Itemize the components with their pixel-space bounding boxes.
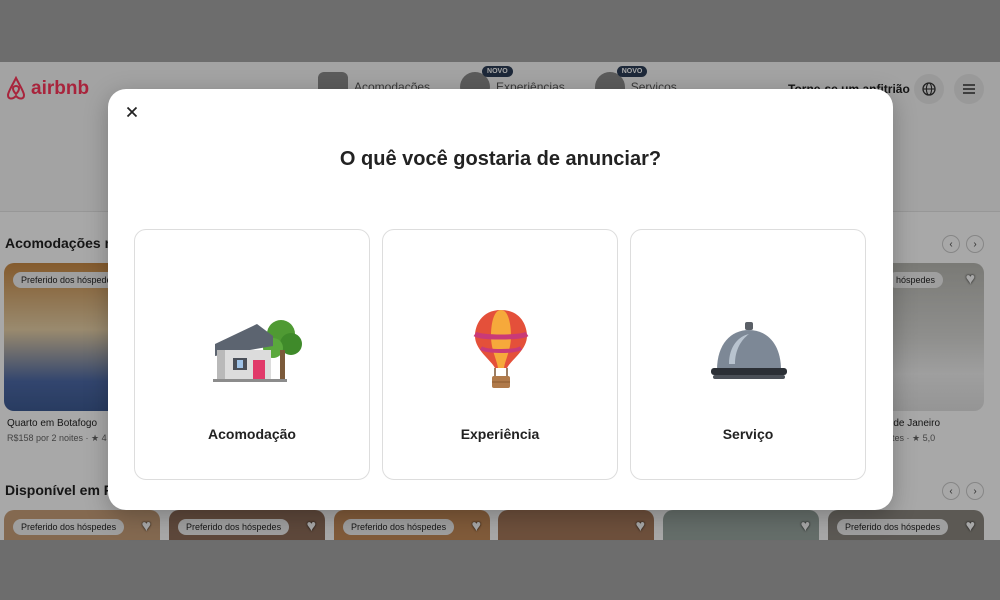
house-icon <box>213 320 302 382</box>
option-label: Serviço <box>722 426 774 442</box>
option-experiencia[interactable]: Experiência <box>382 229 618 480</box>
option-label: Acomodação <box>208 426 296 442</box>
option-acomodacao[interactable]: Acomodação <box>134 229 370 480</box>
option-label: Experiência <box>460 426 540 442</box>
service-bell-icon <box>711 322 787 379</box>
dialog-title: O quê você gostaria de anunciar? <box>339 148 662 170</box>
close-icon[interactable] <box>122 102 142 122</box>
hot-air-balloon-icon <box>473 310 529 388</box>
listing-type-dialog: O quê você gostaria de anunciar? Acomoda… <box>108 89 893 510</box>
option-servico[interactable]: Serviço <box>630 229 866 480</box>
